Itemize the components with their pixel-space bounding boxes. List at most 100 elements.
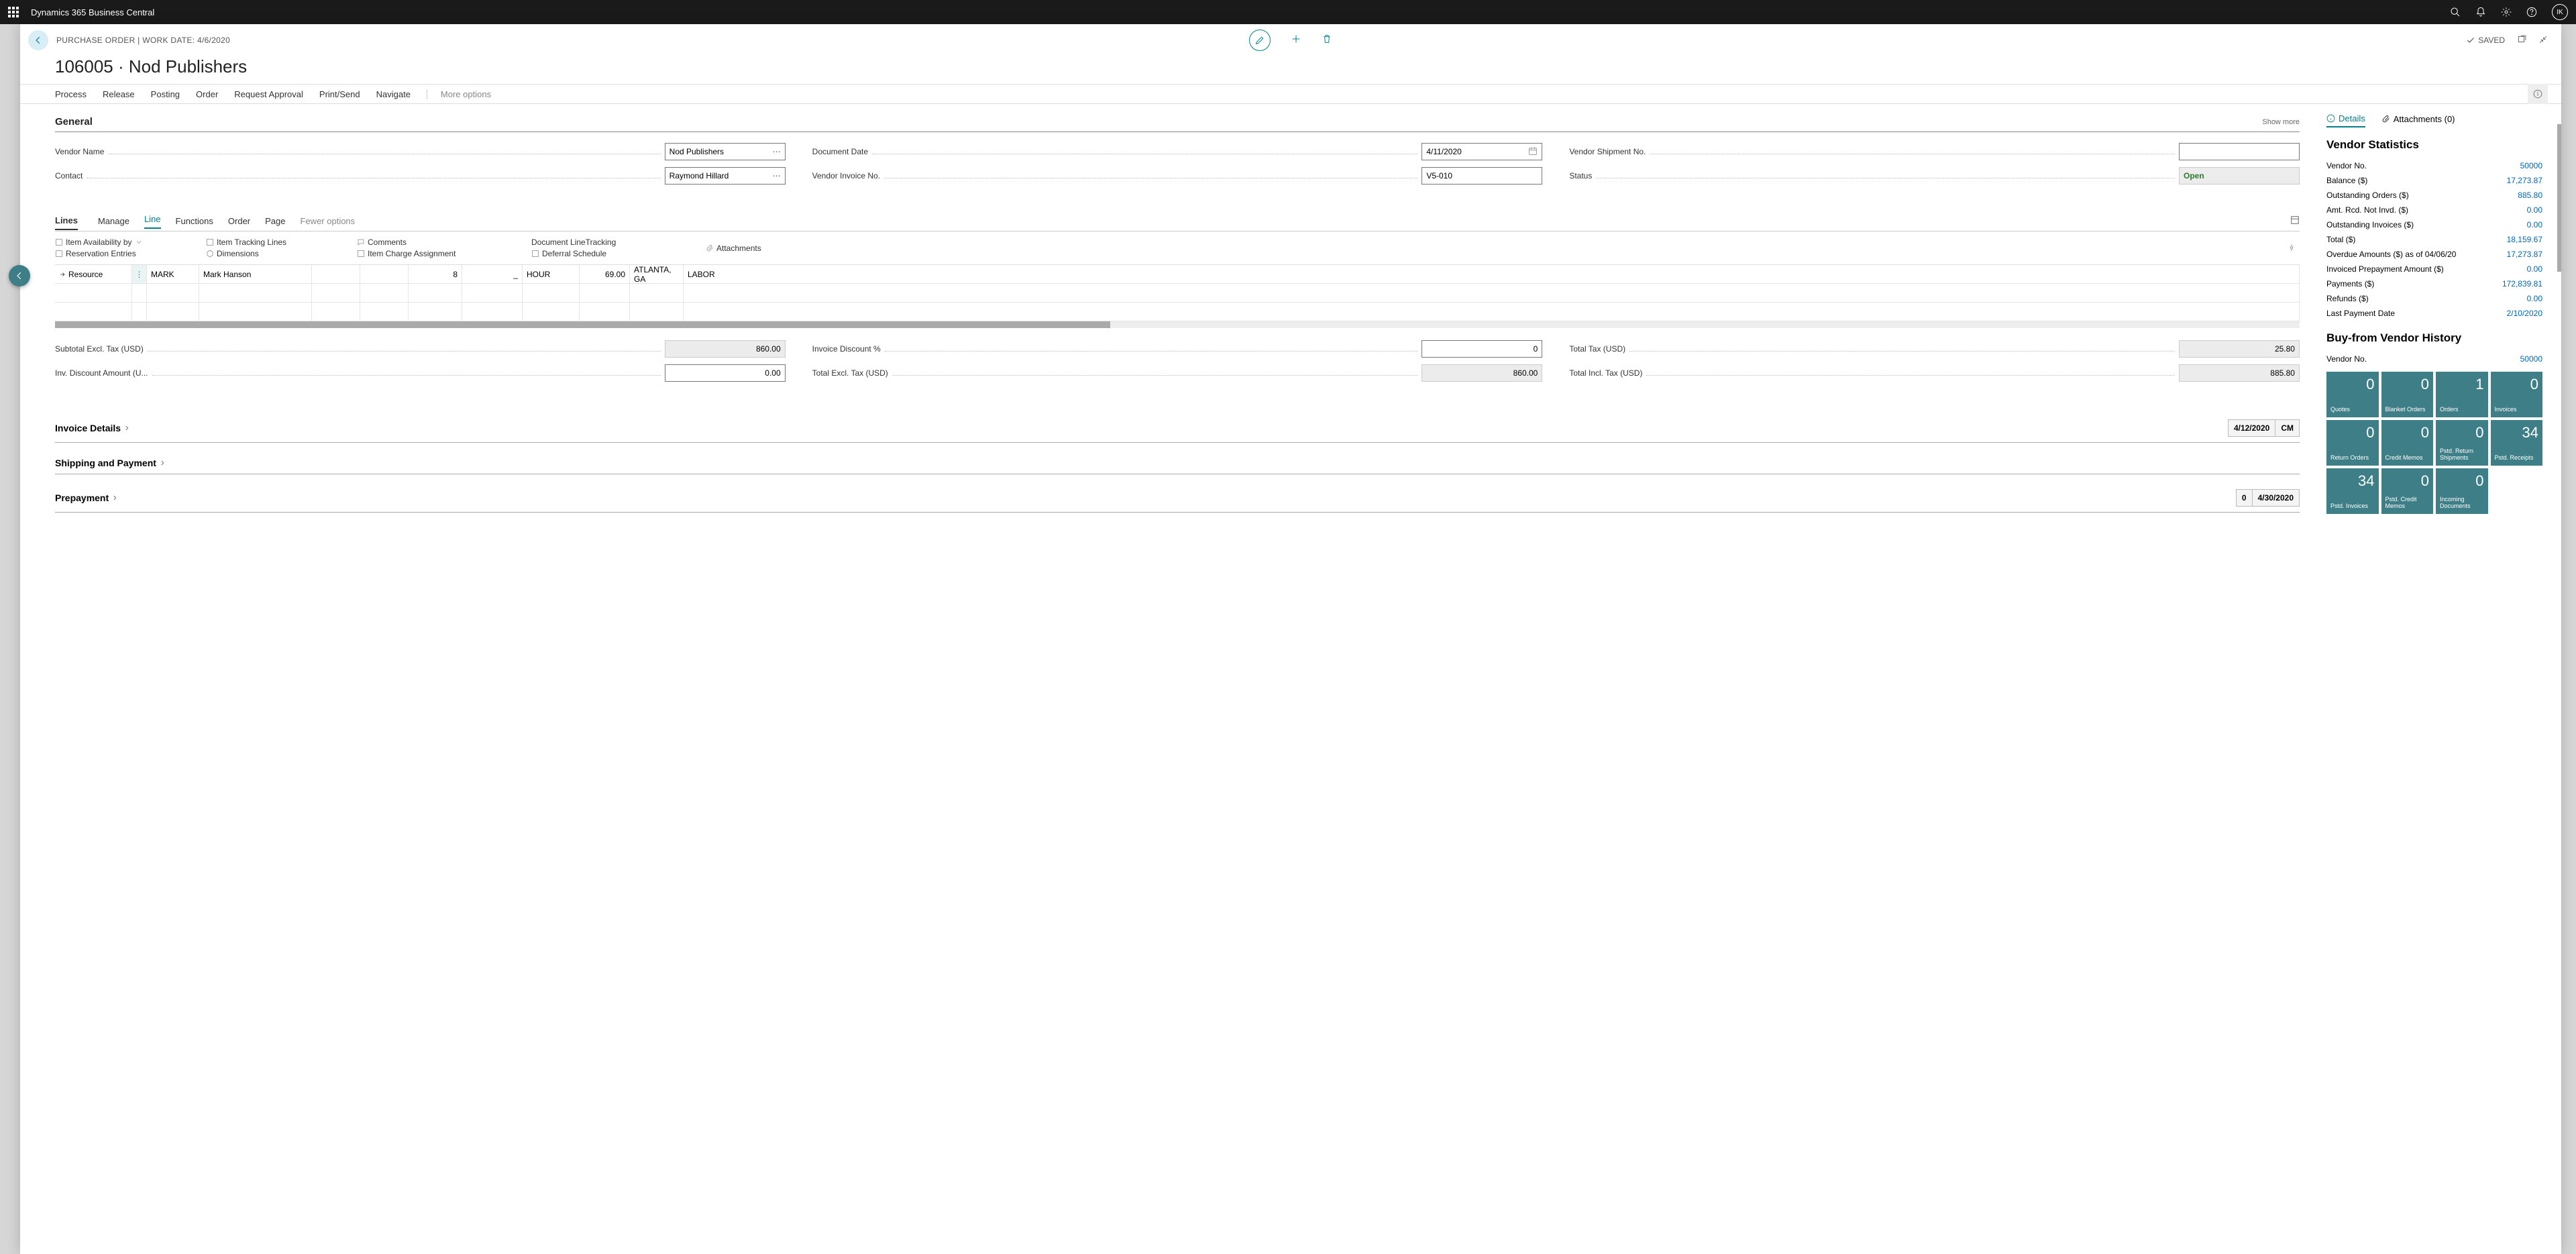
contact-input[interactable]: Raymond Hillard⋯ <box>665 167 786 185</box>
document-date-input[interactable]: 4/11/2020 <box>1421 143 1542 160</box>
dimensions-action[interactable]: Dimensions <box>206 249 342 258</box>
row-quantity[interactable]: 8 <box>409 265 462 283</box>
lines-order[interactable]: Order <box>228 216 250 226</box>
action-order[interactable]: Order <box>196 89 218 99</box>
row-description[interactable]: Mark Hanson <box>199 265 312 283</box>
vendor-invoice-input[interactable]: V5-010 <box>1421 167 1542 185</box>
calendar-icon[interactable] <box>1528 146 1538 158</box>
stat-value[interactable]: 172,839.81 <box>2502 279 2542 289</box>
prepay-value-summary: 0 <box>2236 489 2253 507</box>
history-tile[interactable]: 0Blanket Orders <box>2381 372 2434 417</box>
vertical-scrollbar[interactable] <box>2557 124 2561 272</box>
attachments-action[interactable]: Attachments <box>706 238 761 258</box>
tab-details[interactable]: Details <box>2326 113 2365 127</box>
stat-value[interactable]: 0.00 <box>2527 264 2542 274</box>
new-button[interactable] <box>1291 34 1301 48</box>
table-row-empty[interactable] <box>55 303 2300 321</box>
history-tile[interactable]: 34Pstd. Receipts <box>2491 420 2543 466</box>
history-tile[interactable]: 0Pstd. Return Shipments <box>2436 420 2488 466</box>
row-tax[interactable]: LABOR <box>684 265 2300 283</box>
disc-pct-input[interactable]: 0 <box>1421 340 1542 358</box>
history-tile[interactable]: 0Return Orders <box>2326 420 2379 466</box>
info-button[interactable] <box>2528 84 2548 104</box>
stat-value[interactable]: 18,159.67 <box>2507 235 2542 244</box>
table-row[interactable]: Resource ⋮ MARK Mark Hanson 8 _ HOUR 69.… <box>55 265 2300 284</box>
help-icon[interactable] <box>2526 7 2537 17</box>
stat-label: Total ($) <box>2326 235 2355 244</box>
action-print-send[interactable]: Print/Send <box>319 89 360 99</box>
lines-line[interactable]: Line <box>144 214 161 229</box>
maximize-lines-icon[interactable] <box>2290 215 2300 227</box>
row-cost[interactable]: 69.00 <box>580 265 630 283</box>
lookup-icon[interactable]: ⋯ <box>773 171 781 180</box>
bell-icon[interactable] <box>2475 7 2486 17</box>
show-more-link[interactable]: Show more <box>2262 118 2300 126</box>
section-shipping-payment[interactable]: Shipping and Payment <box>55 452 2300 474</box>
item-availability-action[interactable]: Item Availability by <box>55 238 191 247</box>
lookup-icon[interactable]: ⋯ <box>773 147 781 156</box>
stat-value[interactable]: 2/10/2020 <box>2507 309 2542 318</box>
history-tile[interactable]: 0Invoices <box>2491 372 2543 417</box>
tab-attachments[interactable]: Attachments (0) <box>2381 113 2455 127</box>
section-prepayment[interactable]: Prepayment 0 4/30/2020 <box>55 484 2300 513</box>
delete-button[interactable] <box>1322 34 1332 48</box>
lines-page[interactable]: Page <box>265 216 285 226</box>
invoice-date-summary: 4/12/2020 <box>2228 419 2275 437</box>
vendor-shipment-input[interactable] <box>2179 143 2300 160</box>
stat-value[interactable]: 17,273.87 <box>2507 176 2542 185</box>
contact-label: Contact <box>55 171 83 180</box>
history-tile[interactable]: 0Quotes <box>2326 372 2379 417</box>
table-row-empty[interactable] <box>55 284 2300 303</box>
history-tile[interactable]: 0Incoming Documents <box>2436 468 2488 514</box>
user-avatar[interactable]: IK <box>2552 4 2568 20</box>
stat-value[interactable]: 0.00 <box>2527 205 2542 215</box>
lines-functions[interactable]: Functions <box>176 216 213 226</box>
comments-action[interactable]: Comments <box>357 238 517 247</box>
row-uom[interactable]: HOUR <box>523 265 580 283</box>
lines-heading: Lines <box>55 212 78 230</box>
hist-vendor-no-value[interactable]: 50000 <box>2520 354 2542 364</box>
chevron-right-icon <box>159 460 166 466</box>
action-posting[interactable]: Posting <box>151 89 180 99</box>
stat-value[interactable]: 0.00 <box>2527 220 2542 229</box>
reservation-entries-action[interactable]: Reservation Entries <box>55 249 191 258</box>
history-tile[interactable]: 34Pstd. Invoices <box>2326 468 2379 514</box>
lines-manage[interactable]: Manage <box>98 216 129 226</box>
pin-icon[interactable] <box>2288 244 2296 254</box>
action-release[interactable]: Release <box>103 89 135 99</box>
row-location[interactable]: ATLANTA, GA <box>630 265 684 283</box>
stat-value[interactable]: 0.00 <box>2527 294 2542 303</box>
stat-value[interactable]: 17,273.87 <box>2507 250 2542 259</box>
lines-fewer-options[interactable]: Fewer options <box>301 216 356 226</box>
disc-amount-input[interactable]: 0.00 <box>665 364 786 382</box>
item-tracking-action[interactable]: Item Tracking Lines <box>206 238 342 247</box>
app-launcher-icon[interactable] <box>8 7 19 17</box>
stat-value[interactable]: 50000 <box>2520 161 2542 170</box>
action-more-options[interactable]: More options <box>427 89 491 99</box>
popout-icon[interactable] <box>2517 35 2526 46</box>
edit-button[interactable] <box>1249 30 1271 51</box>
action-process[interactable]: Process <box>55 89 87 99</box>
action-navigate[interactable]: Navigate <box>376 89 411 99</box>
deferral-action[interactable]: Deferral Schedule <box>531 249 691 258</box>
history-tile[interactable]: 0Credit Memos <box>2381 420 2434 466</box>
section-general[interactable]: GeneralShow more <box>55 112 2300 132</box>
history-tile[interactable]: 0Pstd. Credit Memos <box>2381 468 2434 514</box>
collapse-icon[interactable] <box>2538 35 2548 46</box>
action-request-approval[interactable]: Request Approval <box>234 89 303 99</box>
horizontal-scrollbar[interactable] <box>55 321 2300 328</box>
item-charge-action[interactable]: Item Charge Assignment <box>357 249 517 258</box>
document-tracking-action[interactable]: Document LineTracking <box>531 238 691 247</box>
row-options-icon[interactable]: ⋮ <box>132 265 147 283</box>
chevron-right-icon <box>111 494 118 501</box>
section-invoice-details[interactable]: Invoice Details 4/12/2020 CM <box>55 414 2300 443</box>
stat-value[interactable]: 885.80 <box>2518 191 2542 200</box>
back-button[interactable] <box>28 30 48 50</box>
history-tile[interactable]: 1Orders <box>2436 372 2488 417</box>
row-no[interactable]: MARK <box>147 265 199 283</box>
vendor-name-input[interactable]: Nod Publishers⋯ <box>665 143 786 160</box>
search-icon[interactable] <box>2450 7 2461 17</box>
floating-back-button[interactable] <box>9 265 30 286</box>
stat-label: Last Payment Date <box>2326 309 2395 318</box>
gear-icon[interactable] <box>2501 7 2512 17</box>
